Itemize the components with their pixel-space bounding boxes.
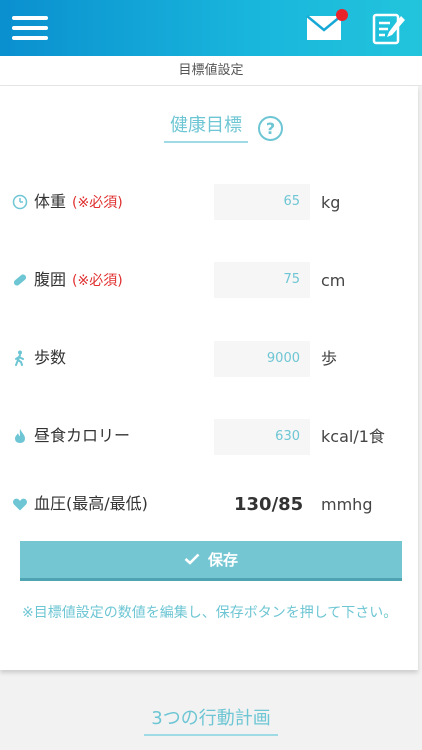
- save-button[interactable]: 保存: [20, 541, 402, 581]
- app-header: [0, 0, 422, 56]
- page-title: 目標値設定: [0, 56, 422, 86]
- instruction-note: ※目標値設定の数値を編集し、保存ボタンを押して下さい。: [22, 605, 398, 621]
- tape-measure-icon: [13, 274, 27, 286]
- steps-input[interactable]: [214, 341, 310, 377]
- waist-input[interactable]: [214, 262, 310, 298]
- unit-weight: kg: [321, 193, 341, 212]
- scale-icon: [12, 194, 28, 210]
- unit-steps: 歩: [321, 349, 338, 368]
- flame-icon: [15, 429, 25, 443]
- label-lunch-calories: 昼食カロリー: [34, 426, 131, 445]
- hamburger-menu-icon[interactable]: [12, 14, 50, 42]
- weight-input[interactable]: [214, 184, 310, 220]
- blood-pressure-value: 130/85: [234, 494, 304, 515]
- walking-person-icon: [15, 350, 24, 366]
- label-waist: 腹囲 (※必須): [34, 270, 123, 289]
- required-mark: (※必須): [72, 195, 123, 211]
- notification-badge: [336, 9, 348, 21]
- unit-calories: kcal/1食: [321, 427, 385, 446]
- unit-waist: cm: [321, 271, 346, 290]
- label-weight: 体重 (※必須): [34, 192, 123, 211]
- lunch-calories-input[interactable]: [214, 419, 310, 455]
- section-title-health: 健康目標: [164, 113, 248, 143]
- health-goal-card: [0, 86, 418, 670]
- help-icon[interactable]: ?: [258, 116, 283, 141]
- save-button-label: 保存: [207, 551, 238, 569]
- label-blood-pressure: 血圧(最高/最低): [34, 494, 148, 513]
- edit-note-icon[interactable]: [370, 10, 408, 48]
- required-mark: (※必須): [72, 273, 123, 289]
- check-icon: [184, 541, 200, 579]
- unit-blood-pressure: mmhg: [321, 495, 373, 514]
- section-title-action-plan: 3つの行動計画: [144, 706, 278, 736]
- heart-icon: [13, 498, 27, 511]
- label-steps: 歩数: [34, 348, 67, 367]
